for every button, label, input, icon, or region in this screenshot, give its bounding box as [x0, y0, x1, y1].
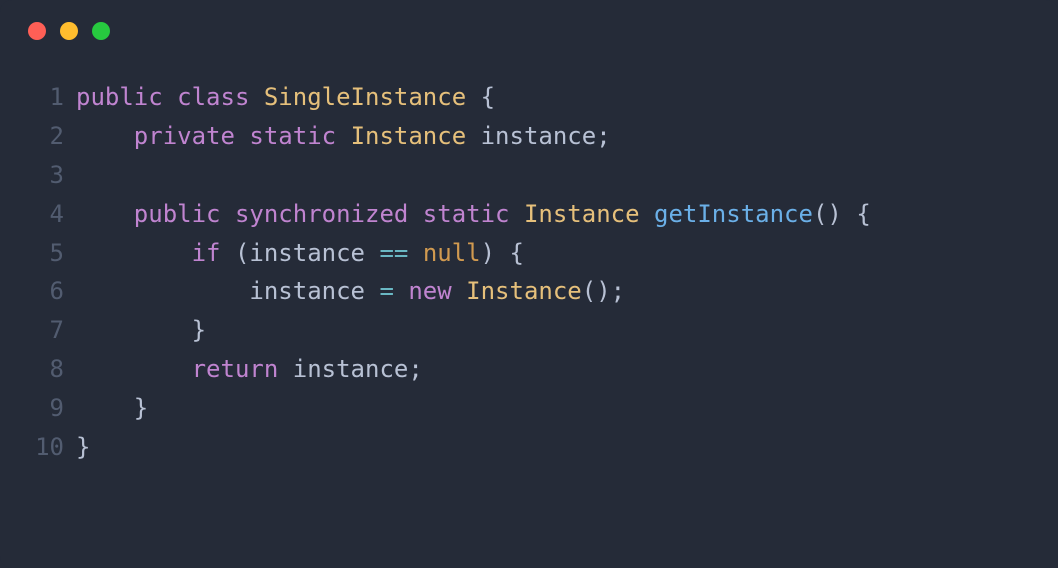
- minimize-icon[interactable]: [60, 22, 78, 40]
- code-line: 1 public class SingleInstance {: [20, 78, 1038, 117]
- line-number: 2: [20, 117, 64, 156]
- code-line: 8 return instance;: [20, 350, 1038, 389]
- code-content: }: [76, 389, 148, 428]
- line-number: 3: [20, 156, 64, 195]
- code-line: 7 }: [20, 311, 1038, 350]
- line-number: 9: [20, 389, 64, 428]
- code-content: if (instance == null) {: [76, 234, 524, 273]
- code-editor[interactable]: 1public class SingleInstance {2 private …: [0, 50, 1058, 487]
- line-number: 4: [20, 195, 64, 234]
- titlebar: [0, 0, 1058, 50]
- code-line: 3: [20, 156, 1038, 195]
- close-icon[interactable]: [28, 22, 46, 40]
- line-number: 10: [20, 428, 64, 467]
- code-content: }: [76, 311, 206, 350]
- line-number: 7: [20, 311, 64, 350]
- code-line: 2 private static Instance instance;: [20, 117, 1038, 156]
- code-window: 1public class SingleInstance {2 private …: [0, 0, 1058, 568]
- maximize-icon[interactable]: [92, 22, 110, 40]
- code-content: instance = new Instance();: [76, 272, 625, 311]
- code-line: 6 instance = new Instance();: [20, 272, 1038, 311]
- code-line: 5 if (instance == null) {: [20, 234, 1038, 273]
- code-line: 9 }: [20, 389, 1038, 428]
- line-number: 8: [20, 350, 64, 389]
- code-line: 10}: [20, 428, 1038, 467]
- code-content: public synchronized static Instance getI…: [76, 195, 871, 234]
- code-content: return instance;: [76, 350, 423, 389]
- code-line: 4 public synchronized static Instance ge…: [20, 195, 1038, 234]
- code-content: private static Instance instance;: [76, 117, 611, 156]
- line-number: 6: [20, 272, 64, 311]
- code-content: }: [76, 428, 90, 467]
- code-content: public class SingleInstance {: [76, 78, 495, 117]
- line-number: 1: [20, 78, 64, 117]
- line-number: 5: [20, 234, 64, 273]
